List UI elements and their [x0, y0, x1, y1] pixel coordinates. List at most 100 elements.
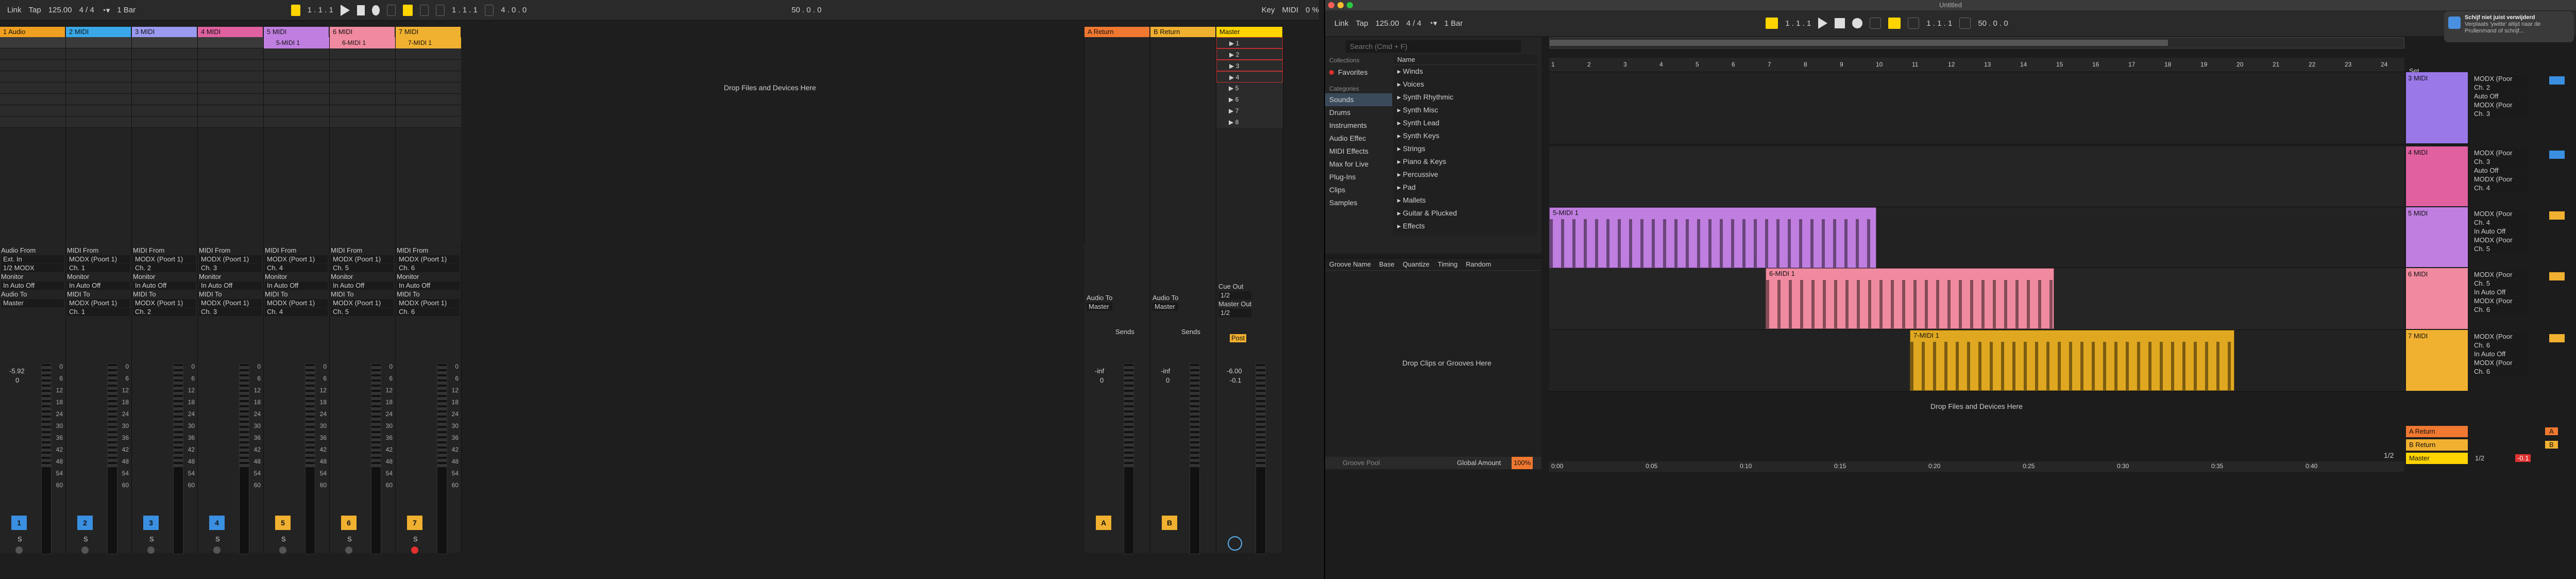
record-icon[interactable]: [372, 5, 380, 15]
return-header-0[interactable]: A Return: [1084, 27, 1149, 37]
mixer-output-select[interactable]: MODX (Poor: [2472, 175, 2529, 184]
browser-item[interactable]: ▸ Mallets: [1393, 194, 1537, 207]
solo-button[interactable]: S: [215, 535, 220, 543]
arrangement-lane[interactable]: [1549, 72, 2404, 144]
output-channel-select[interactable]: Ch. 1: [67, 308, 130, 316]
mixer-output-select[interactable]: MODX (Poor: [2472, 236, 2529, 244]
channel-select[interactable]: Ch. 6: [397, 264, 460, 272]
loop-icon[interactable]: [419, 4, 429, 16]
category-item[interactable]: Samples: [1325, 196, 1392, 209]
clip-slot[interactable]: [396, 60, 461, 71]
arm-icon[interactable]: [147, 547, 155, 554]
monitor-toggle[interactable]: In Auto Off: [397, 282, 460, 290]
tap-button[interactable]: Tap: [1356, 19, 1368, 28]
mixer-monitor-toggle[interactable]: Auto Off: [2472, 167, 2529, 175]
clip-slot[interactable]: [198, 48, 263, 60]
mixer-return-row[interactable]: B Return B: [2406, 439, 2561, 451]
arrangement-clip[interactable]: 5-MIDI 1: [1549, 207, 1876, 268]
link-button[interactable]: Link: [1334, 19, 1349, 28]
return-activator[interactable]: A: [1096, 516, 1111, 530]
mixer-monitor-toggle[interactable]: In Auto Off: [2472, 288, 2529, 296]
bar-ruler[interactable]: 1 2 3 4 5 6 7 8 9 10 11 12 13 14 15 16 17 18 19 20 21 22 23 24: [1549, 58, 2404, 72]
overdub-icon[interactable]: [1870, 18, 1882, 29]
clip-slot[interactable]: [66, 117, 131, 128]
scene-launch[interactable]: ▶ 6: [1216, 94, 1283, 105]
arrangement-clip[interactable]: 6-MIDI 1: [1766, 268, 2054, 329]
clip-slot[interactable]: [264, 94, 329, 105]
browser-item[interactable]: ▸ Voices: [1393, 78, 1537, 91]
return-output-select[interactable]: Master: [1087, 303, 1113, 311]
track-header-1[interactable]: 2 MIDI: [66, 27, 131, 37]
clip-slot[interactable]: [0, 105, 65, 117]
mixer-track-color[interactable]: 5 MIDI: [2406, 207, 2468, 267]
draw-mode-icon[interactable]: [485, 4, 494, 16]
level-meter[interactable]: [107, 363, 117, 554]
category-item[interactable]: Max for Live: [1325, 158, 1392, 171]
mixer-track-color[interactable]: 7 MIDI: [2406, 330, 2468, 391]
scene-launch[interactable]: ▶ 7: [1216, 105, 1283, 117]
category-item[interactable]: Clips: [1325, 184, 1392, 196]
track-header-3[interactable]: 4 MIDI: [198, 27, 263, 37]
clip-slot[interactable]: [198, 94, 263, 105]
link-button[interactable]: Link: [7, 6, 22, 14]
track-activator-button[interactable]: 3: [143, 516, 159, 530]
browser-item[interactable]: ▸ Synth Misc: [1393, 104, 1537, 117]
punch-icon[interactable]: [435, 4, 445, 16]
solo-button[interactable]: S: [149, 535, 154, 543]
clip-slot[interactable]: [132, 117, 197, 128]
mixer-channel-select[interactable]: Ch. 6: [2472, 341, 2529, 350]
return-pan[interactable]: 0: [1100, 376, 1104, 385]
input-select[interactable]: MODX (Poort 1): [199, 255, 262, 263]
channel-select[interactable]: Ch. 1: [67, 264, 130, 272]
time-ruler[interactable]: 0:00 0:05 0:10 0:15 0:20 0:25 0:30 0:35 0:40: [1549, 461, 2404, 472]
clip-slot[interactable]: [198, 82, 263, 94]
master-pan[interactable]: -0.1: [1230, 376, 1241, 385]
scene-launch[interactable]: ▶ 5: [1216, 82, 1283, 94]
category-item[interactable]: Instruments: [1325, 119, 1392, 132]
browser-item[interactable]: ▸ Piano & Keys: [1393, 155, 1537, 168]
metronome-icon[interactable]: ◔▾: [1429, 19, 1437, 28]
clip-slot[interactable]: [132, 105, 197, 117]
mixer-channel-select[interactable]: Ch. 3: [2472, 158, 2529, 166]
clip-slot-playing[interactable]: 7-MIDI 1: [396, 37, 461, 48]
output-channel-select[interactable]: Ch. 3: [199, 308, 262, 316]
input-select[interactable]: Ext. In: [1, 255, 64, 263]
clip-slot[interactable]: [264, 71, 329, 82]
track-header-2[interactable]: 3 MIDI: [132, 27, 197, 37]
automation-arm-icon[interactable]: [1888, 18, 1901, 29]
position-field[interactable]: 1 . 1 . 1: [1785, 19, 1811, 28]
level-meter[interactable]: [305, 363, 315, 554]
groove-column-header[interactable]: Timing: [1438, 260, 1458, 268]
favorites-item[interactable]: Favorites: [1325, 66, 1392, 79]
loop-length-field[interactable]: 4 . 0 . 0: [501, 6, 527, 14]
clip-slot[interactable]: [396, 82, 461, 94]
clip-slot[interactable]: [264, 82, 329, 94]
return-meter[interactable]: [1190, 363, 1200, 554]
clip-slot[interactable]: [132, 82, 197, 94]
tempo-field[interactable]: 125.00: [1376, 19, 1399, 28]
category-item[interactable]: Plug-Ins: [1325, 171, 1392, 184]
clip-slot[interactable]: [66, 82, 131, 94]
signature-field[interactable]: 4 / 4: [1406, 19, 1421, 28]
overview-bar[interactable]: [1549, 37, 2404, 48]
clip-slot[interactable]: [132, 60, 197, 71]
clip-slot[interactable]: [0, 94, 65, 105]
clip-slot[interactable]: [198, 71, 263, 82]
category-item[interactable]: Sounds: [1325, 93, 1392, 106]
mixer-out-channel[interactable]: Ch. 5: [2472, 245, 2529, 253]
mixer-activator[interactable]: [2549, 272, 2565, 280]
window-maximize-icon[interactable]: [1347, 2, 1353, 8]
arrangement-follow-icon[interactable]: [291, 4, 300, 16]
clip-slot[interactable]: [330, 60, 395, 71]
mixer-monitor-toggle[interactable]: In Auto Off: [2472, 227, 2529, 236]
clip-slot[interactable]: [396, 117, 461, 128]
name-column-header[interactable]: Name: [1393, 55, 1537, 65]
output-select[interactable]: MODX (Poort 1): [199, 299, 262, 307]
clip-slot[interactable]: [198, 117, 263, 128]
window-close-icon[interactable]: [1328, 2, 1334, 8]
clip-slot[interactable]: [198, 60, 263, 71]
mixer-track-color[interactable]: 6 MIDI: [2406, 268, 2468, 329]
return-activator[interactable]: A: [2545, 427, 2558, 435]
solo-button[interactable]: S: [83, 535, 88, 543]
solo-button[interactable]: S: [347, 535, 352, 543]
